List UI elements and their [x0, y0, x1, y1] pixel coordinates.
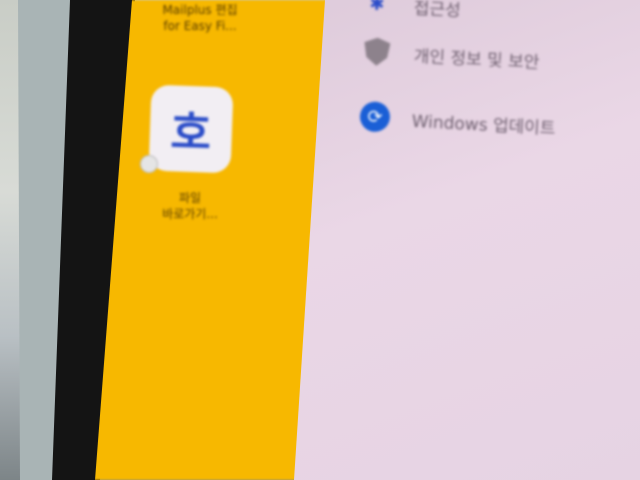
settings-item-label: 접근성 — [413, 0, 462, 21]
shield-icon — [361, 36, 393, 68]
settings-item-label: 개인 정보 및 보안 — [413, 46, 540, 73]
settings-item-privacy-security[interactable]: 개인 정보 및 보안 — [361, 36, 540, 75]
settings-item-accessibility[interactable]: ✱ 접근성 — [361, 0, 461, 23]
settings-list: ✱ 접근성 개인 정보 및 보안 ⟳ Windows 업데이트 — [0, 0, 640, 480]
settings-item-label: Windows 업데이트 — [411, 111, 556, 139]
accessibility-icon: ✱ — [368, 0, 386, 15]
settings-item-windows-update[interactable]: ⟳ Windows 업데이트 — [359, 101, 556, 141]
windows-update-icon: ⟳ — [359, 101, 391, 133]
